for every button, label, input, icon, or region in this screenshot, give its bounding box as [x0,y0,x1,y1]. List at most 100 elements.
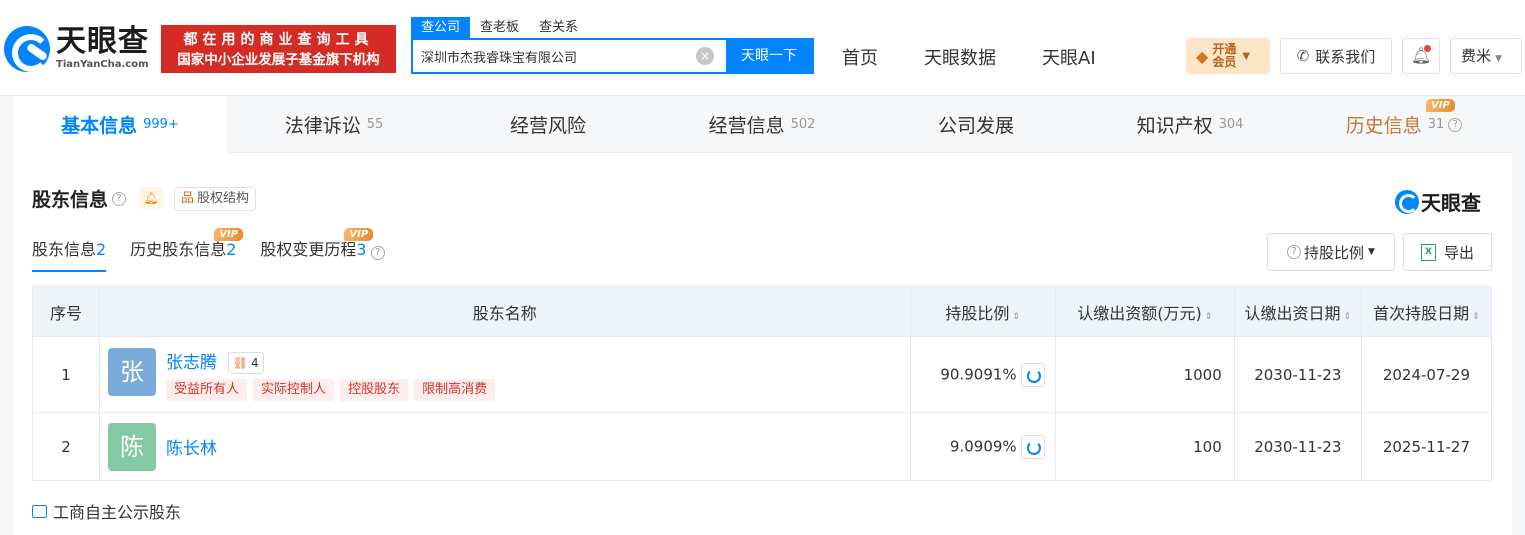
excel-icon: X [1420,243,1436,261]
vip-line2: 会员 [1212,55,1237,69]
vip-tag: VIP [214,228,243,241]
equity-structure-button[interactable]: 品股权结构 [174,187,257,211]
monitor-bell-icon[interactable]: 🔔︎ [139,187,163,209]
search-tab-boss[interactable]: 查老板 [470,17,529,38]
subtab-count: 2 [96,240,107,259]
tab-development[interactable]: 公司发展 [869,96,1083,153]
tab-basic-info[interactable]: 基本信息 999+ [13,96,227,153]
row-amount: 100 [1054,412,1235,481]
tab-history[interactable]: VIP 历史信息 31? [1297,96,1511,153]
pie-chart-icon[interactable] [1020,434,1045,459]
help-icon[interactable]: ? [1448,117,1463,132]
tag[interactable]: 实际控制人 [253,379,335,402]
notification-button[interactable]: 🔔︎ [1402,38,1440,74]
nav-ai[interactable]: 天眼AI [1042,44,1096,70]
sort-icon: ⇕ [1472,311,1480,322]
col-first-date[interactable]: 首次持股日期 ⇕ [1360,286,1493,337]
row-ratio: 9.0909% [949,437,1017,455]
logo-cn-text: 天眼查 [56,24,149,59]
subtab-count: 3 [356,240,367,259]
nav-data[interactable]: 天眼数据 [924,44,996,70]
search-button[interactable]: 天眼一下 [726,40,812,72]
self-disclosed-shareholders-link[interactable]: 工商自主公示股东 [32,499,181,523]
row-index: 2 [31,412,101,481]
shareholder-name-link[interactable]: 张志腾 [166,353,217,373]
col-first-label: 首次持股日期 [1373,303,1470,323]
user-menu[interactable]: 费米 ▼ [1450,38,1522,74]
row-name-cell: 陈 陈长林 [99,412,911,481]
tab-label: 历史信息 [1345,115,1422,137]
help-icon[interactable]: ? [112,191,127,206]
tab-count: 304 [1218,117,1244,132]
relation-count: 4 [251,356,259,371]
slogan-line1: 都在用的商业查询工具 [183,32,374,48]
avatar[interactable]: 张 [108,347,157,396]
vip-line1: 开通 [1212,42,1237,56]
tab-risk[interactable]: 经营风险 [441,96,655,153]
tab-legal[interactable]: 法律诉讼 55 [227,96,441,153]
col-ratio[interactable]: 持股比例 ⇕ [909,286,1056,337]
tag[interactable]: 限制高消费 [414,379,496,402]
help-icon[interactable]: ? [370,246,385,260]
subtab-shareholders[interactable]: 股东信息2 [32,236,107,272]
subtab-label: 股权变更历程 [260,240,357,259]
slogan-line2: 国家中小企业发展子基金旗下机构 [177,52,380,68]
col-subscribe-date[interactable]: 认缴出资日期 ⇕ [1233,286,1362,337]
relation-badge[interactable]: ⛓ 4 [227,352,264,375]
slogan-banner[interactable]: 都在用的商业查询工具 国家中小企业发展子基金旗下机构 [161,25,396,73]
tab-ip[interactable]: 知识产权 304 [1083,96,1297,153]
shareholder-name-link[interactable]: 陈长林 [166,434,217,459]
org-chart-icon: 品 [181,191,195,206]
clear-icon[interactable]: × [696,47,714,65]
row-subscribe-date: 2030-11-23 [1233,336,1362,413]
shareholder-sub-tabs: 股东信息2 VIP 历史股东信息2 VIP 股权变更历程3? [32,228,409,272]
tab-label: 经营风险 [509,115,586,137]
search-box: × 天眼一下 [411,38,814,74]
site-logo[interactable]: 天眼查 TianYanCha.com [4,26,149,72]
export-button[interactable]: X 导出 [1403,233,1492,271]
tag[interactable]: 控股股东 [340,379,409,402]
brand-watermark: 天眼查 [1395,187,1481,216]
row-name-cell: 张 张志腾 ⛓ 4 受益所有人 实际控制人 控股股东 限制高消费 [99,336,911,413]
tag[interactable]: 受益所有人 [166,379,248,402]
tab-label: 公司发展 [937,115,1014,137]
open-vip-button[interactable]: ◆ 开通 会员 ▼ [1186,38,1270,74]
table-row: 1 张 张志腾 ⛓ 4 受益所有人 实际控制人 控股股东 限制高消费 90.90… [31,336,1493,413]
sort-icon: ⇕ [1012,311,1020,322]
pie-chart-icon[interactable] [1020,362,1045,387]
search-tab-relation[interactable]: 查关系 [529,17,588,38]
nav-home[interactable]: 首页 [842,44,878,70]
avatar[interactable]: 陈 [108,422,157,471]
col-subscribe-label: 认缴出资日期 [1244,303,1341,323]
subtab-history-shareholders[interactable]: VIP 历史股东信息2 [130,228,243,272]
row-first-date: 2024-07-29 [1360,336,1493,413]
logo-icon [4,26,50,72]
table-row: 2 陈 陈长林 9.0909% 100 2030-11-23 2025-11-2… [31,412,1493,481]
tab-operation[interactable]: 经营信息 502 [655,96,869,153]
contact-us-button[interactable]: ✆ 联系我们 [1280,38,1392,74]
logo-icon [1395,189,1419,214]
col-index: 序号 [31,286,101,337]
table-header-row: 序号 股东名称 持股比例 ⇕ 认缴出资额(万元) ⇕ 认缴出资日期 ⇕ 首次持股日期 ⇕ [31,286,1493,337]
tab-count: 502 [790,117,816,132]
search-input[interactable] [413,40,696,72]
footer-link-label: 工商自主公示股东 [53,503,182,522]
row-ratio-cell: 9.0909% [909,412,1056,481]
row-ratio-cell: 90.9091% [909,336,1056,413]
col-amount[interactable]: 认缴出资额(万元) ⇕ [1054,286,1235,337]
ratio-label: 持股比例 [1304,243,1365,262]
holding-ratio-dropdown[interactable]: ? 持股比例 ▼ [1267,233,1395,271]
subtab-equity-changes[interactable]: VIP 股权变更历程3? [260,228,385,272]
tab-label: 基本信息 [61,115,138,137]
diamond-icon: ◆ [1196,46,1209,66]
subtab-count: 2 [226,240,237,259]
subtab-label: 股东信息 [32,240,97,259]
logo-en-text: TianYanCha.com [56,59,149,70]
chevron-down-icon: ▼ [1242,50,1251,62]
user-name: 费米 [1461,47,1492,65]
tab-label: 经营信息 [708,115,785,137]
row-index: 1 [31,336,101,413]
search-tab-company[interactable]: 查公司 [411,17,471,38]
row-amount: 1000 [1054,336,1235,413]
col-ratio-label: 持股比例 [945,303,1010,323]
